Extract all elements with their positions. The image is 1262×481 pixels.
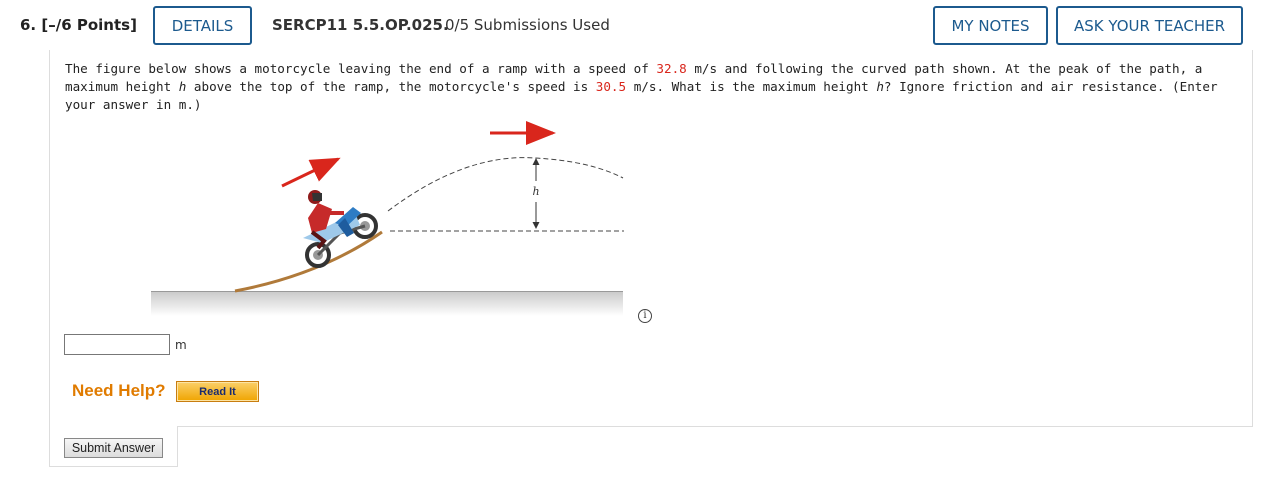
points-label: [–/6 Points] [41, 16, 137, 34]
question-number: 6. [20, 16, 37, 34]
peak-speed: 30.5 [595, 79, 627, 94]
height-variable: h [876, 79, 884, 94]
motorcycle-ramp-figure: h [151, 121, 624, 316]
height-label: h [532, 185, 539, 198]
question-points: 6. [–/6 Points] [20, 16, 137, 34]
motorcycle-rider [303, 190, 378, 268]
submit-answer-button[interactable]: Submit Answer [64, 438, 163, 458]
trajectory-path [387, 157, 624, 212]
answer-unit: m [175, 338, 187, 352]
answer-input[interactable] [64, 334, 170, 355]
details-button[interactable]: DETAILS [153, 6, 252, 45]
question-header: 6. [–/6 Points] DETAILS SERCP11 5.5.OP.0… [0, 0, 1262, 50]
info-circle-icon[interactable]: i [638, 309, 652, 323]
submissions-used: 0/5 Submissions Used [445, 16, 610, 34]
my-notes-button[interactable]: MY NOTES [933, 6, 1048, 45]
initial-speed: 32.8 [656, 61, 687, 76]
ask-teacher-button[interactable]: ASK YOUR TEACHER [1056, 6, 1243, 45]
initial-velocity-arrow [281, 157, 341, 188]
problem-code: SERCP11 5.5.OP.025. [272, 16, 449, 34]
question-text: The figure below shows a motorcycle leav… [65, 61, 1218, 112]
ground [151, 291, 623, 316]
read-it-button[interactable]: Read It [176, 381, 259, 402]
height-dimension: h [532, 158, 540, 229]
need-help-label: Need Help? [72, 381, 166, 400]
